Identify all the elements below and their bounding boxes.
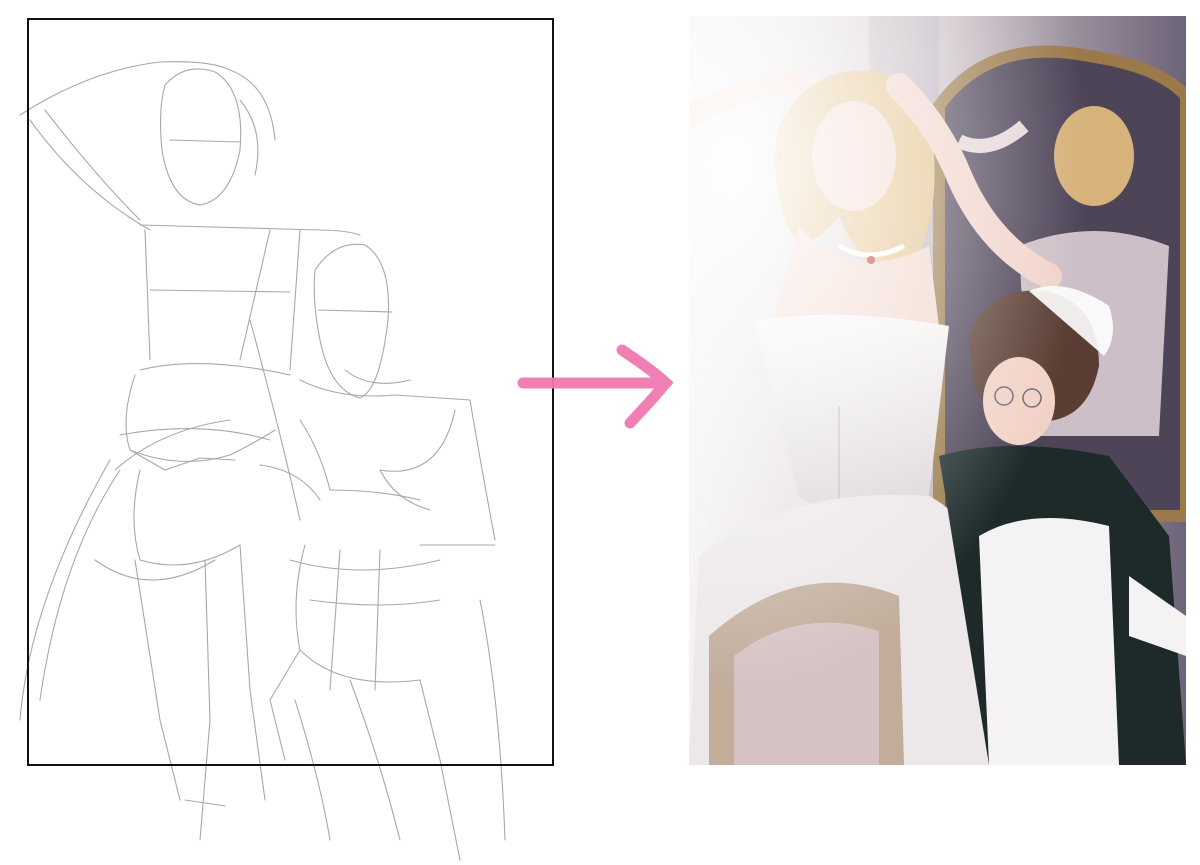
comparison-stage bbox=[0, 0, 1200, 865]
finished-painting bbox=[689, 16, 1186, 765]
painting-illustration bbox=[689, 16, 1186, 765]
